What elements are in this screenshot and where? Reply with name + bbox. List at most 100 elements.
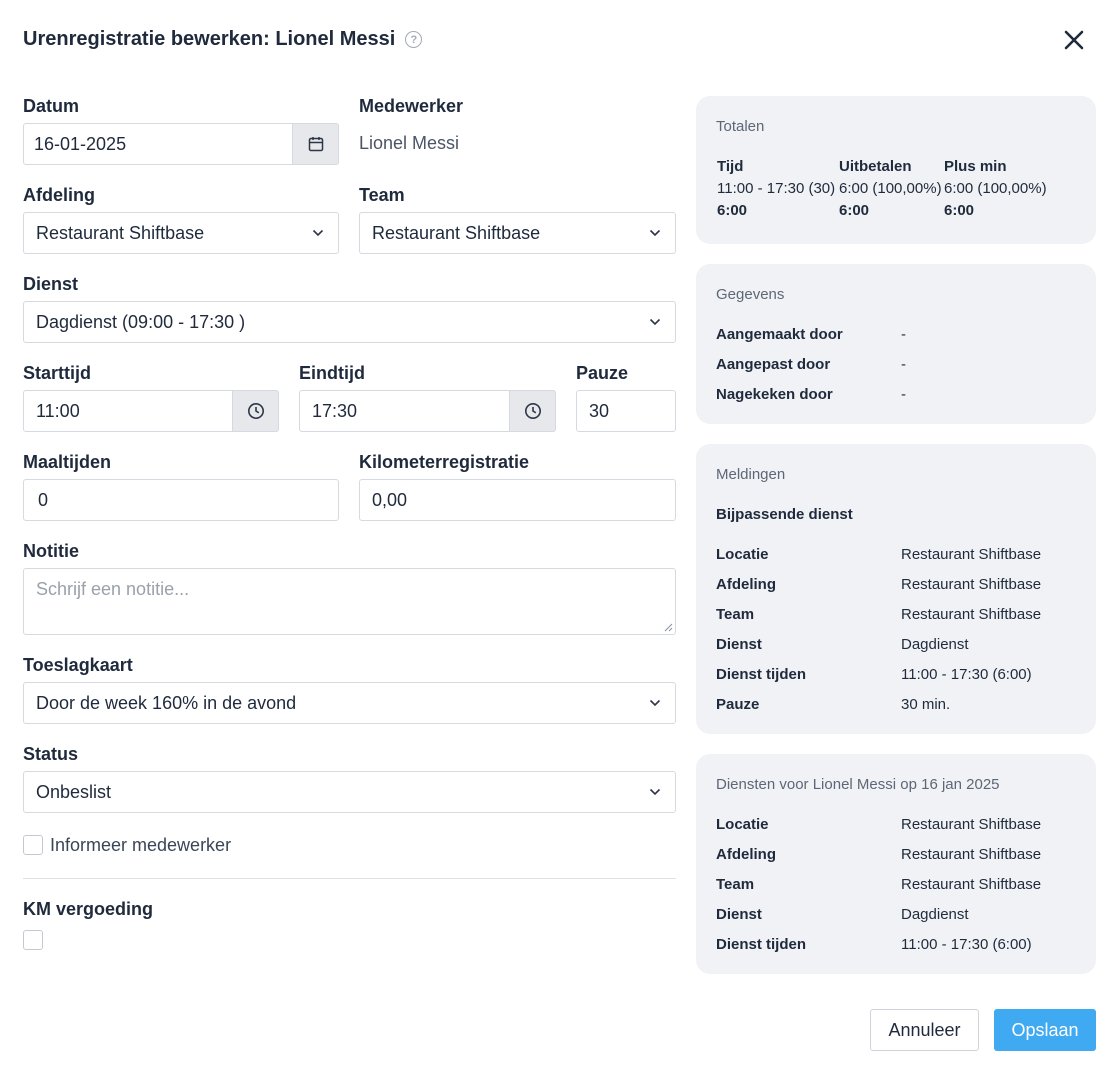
- kilometer-value: 0,00: [372, 489, 408, 510]
- medewerker-label: Medewerker: [359, 96, 464, 116]
- eindtijd-input[interactable]: 17:30: [299, 390, 556, 432]
- meldingen-value: Restaurant Shiftbase: [901, 546, 1042, 563]
- diensten-value: 11:00 - 17:30 (6:00): [901, 936, 1032, 953]
- help-icon[interactable]: ?: [405, 31, 423, 48]
- gegevens-title: Gegevens: [716, 286, 785, 303]
- informeer-label: Informeer medewerker: [50, 835, 232, 855]
- totalen-panel: Totalen Tijd 11:00 - 17:30 (30) 6:00 Uit…: [696, 96, 1096, 244]
- maaltijden-label: Maaltijden: [23, 452, 112, 472]
- chevron-down-icon: [635, 699, 675, 707]
- team-value: Restaurant Shiftbase: [372, 222, 541, 243]
- cancel-button[interactable]: Annuleer: [870, 1009, 979, 1051]
- save-button[interactable]: Opslaan: [994, 1009, 1096, 1051]
- totalen-tijd-header: Tijd: [717, 158, 744, 175]
- datum-input[interactable]: 16-01-2025: [23, 123, 339, 165]
- km-vergoeding-label: KM vergoeding: [23, 899, 154, 919]
- totalen-plusmin-line: 6:00 (100,00%): [944, 180, 1047, 197]
- team-select[interactable]: Restaurant Shiftbase: [359, 212, 676, 254]
- chevron-down-icon: [635, 229, 675, 237]
- diensten-key: Team: [716, 876, 755, 893]
- diensten-title: Diensten voor Lionel Messi op 16 jan 202…: [716, 776, 1000, 793]
- meldingen-key: Dienst tijden: [716, 666, 807, 683]
- gegevens-key: Aangemaakt door: [716, 326, 843, 343]
- maaltijden-input[interactable]: 0: [23, 479, 339, 521]
- toeslagkaart-select[interactable]: Door de week 160% in de avond: [23, 682, 676, 724]
- totalen-tijd-total: 6:00: [717, 202, 748, 219]
- starttijd-input[interactable]: 11:00: [23, 390, 279, 432]
- close-icon: [1064, 30, 1084, 50]
- diensten-panel: Diensten voor Lionel Messi op 16 jan 202…: [696, 754, 1096, 974]
- pauze-label: Pauze: [576, 363, 629, 383]
- team-label: Team: [359, 185, 405, 205]
- dienst-label: Dienst: [23, 274, 79, 294]
- pauze-value: 30: [589, 400, 610, 421]
- eindtijd-label: Eindtijd: [299, 363, 365, 383]
- gegevens-value: -: [901, 326, 906, 343]
- datum-label: Datum: [23, 96, 80, 116]
- notitie-placeholder: Schrijf een notitie...: [36, 579, 190, 599]
- totalen-plusmin-total: 6:00: [944, 202, 975, 219]
- meldingen-value: Restaurant Shiftbase: [901, 606, 1042, 623]
- status-select[interactable]: Onbeslist: [23, 771, 676, 813]
- kilometer-input[interactable]: 0,00: [359, 479, 676, 521]
- totalen-uitbetalen-header: Uitbetalen: [839, 158, 912, 175]
- totalen-uitbetalen-total: 6:00: [839, 202, 870, 219]
- dienst-value: Dagdienst (09:00 - 17:30 ): [36, 311, 246, 332]
- calendar-icon: [308, 137, 323, 152]
- toeslagkaart-label: Toeslagkaart: [23, 655, 133, 675]
- dienst-select[interactable]: Dagdienst (09:00 - 17:30 ): [23, 301, 676, 343]
- totalen-title: Totalen: [716, 118, 765, 135]
- gegevens-key: Aangepast door: [716, 356, 831, 373]
- meldingen-key: Dienst: [716, 636, 762, 653]
- chevron-down-icon: [298, 229, 338, 237]
- gegevens-value: -: [901, 386, 906, 403]
- diensten-key: Dienst: [716, 906, 762, 923]
- clock-icon: [247, 403, 264, 419]
- dialog-title-text: Urenregistratie bewerken: Lionel Messi: [23, 28, 396, 50]
- km-vergoeding-checkbox[interactable]: [23, 930, 43, 950]
- notitie-textarea[interactable]: Schrijf een notitie...: [23, 568, 676, 635]
- pauze-input[interactable]: 30: [576, 390, 676, 432]
- toeslagkaart-value: Door de week 160% in de avond: [36, 692, 297, 713]
- meldingen-key: Locatie: [716, 546, 769, 563]
- informeer-checkbox[interactable]: [23, 835, 43, 855]
- gegevens-key: Nagekeken door: [716, 386, 833, 403]
- eindtijd-clock-button[interactable]: [509, 390, 556, 432]
- meldingen-panel: Meldingen Bijpassende dienst Locatie Res…: [696, 444, 1096, 734]
- chevron-down-icon: [635, 318, 675, 326]
- totalen-uitbetalen-line: 6:00 (100,00%): [839, 180, 942, 197]
- maaltijden-value: 0: [38, 489, 49, 510]
- resize-handle-icon[interactable]: [663, 622, 673, 632]
- meldingen-value: 30 min.: [901, 696, 951, 713]
- totalen-tijd-column: Tijd 11:00 - 17:30 (30) 6:00: [717, 156, 835, 222]
- divider: [23, 878, 676, 879]
- diensten-value: Restaurant Shiftbase: [901, 876, 1042, 893]
- kilometer-label: Kilometerregistratie: [359, 452, 530, 472]
- chevron-down-icon: [635, 788, 675, 796]
- totalen-plusmin-column: Plus min 6:00 (100,00%) 6:00: [944, 156, 1047, 222]
- diensten-value: Dagdienst: [901, 906, 969, 923]
- starttijd-label: Starttijd: [23, 363, 92, 383]
- meldingen-key: Team: [716, 606, 755, 623]
- close-button[interactable]: [1062, 28, 1086, 52]
- notitie-label: Notitie: [23, 541, 79, 561]
- meldingen-key: Afdeling: [716, 576, 776, 593]
- clock-icon: [524, 403, 541, 419]
- status-label: Status: [23, 744, 79, 764]
- meldingen-value: 11:00 - 17:30 (6:00): [901, 666, 1032, 683]
- medewerker-value: Lionel Messi: [359, 133, 460, 153]
- bijpassende-dienst-heading: Bijpassende dienst: [716, 506, 853, 523]
- diensten-key: Dienst tijden: [716, 936, 807, 953]
- diensten-key: Locatie: [716, 816, 769, 833]
- afdeling-select[interactable]: Restaurant Shiftbase: [23, 212, 339, 254]
- meldingen-title: Meldingen: [716, 466, 786, 483]
- starttijd-clock-button[interactable]: [232, 390, 279, 432]
- diensten-value: Restaurant Shiftbase: [901, 846, 1042, 863]
- meldingen-value: Dagdienst: [901, 636, 969, 653]
- diensten-value: Restaurant Shiftbase: [901, 816, 1042, 833]
- afdeling-label: Afdeling: [23, 185, 95, 205]
- gegevens-panel: Gegevens Aangemaakt door - Aangepast doo…: [696, 264, 1096, 424]
- meldingen-key: Pauze: [716, 696, 760, 713]
- dialog-title: Urenregistratie bewerken: Lionel Messi ?: [23, 28, 423, 51]
- calendar-button[interactable]: [292, 123, 339, 165]
